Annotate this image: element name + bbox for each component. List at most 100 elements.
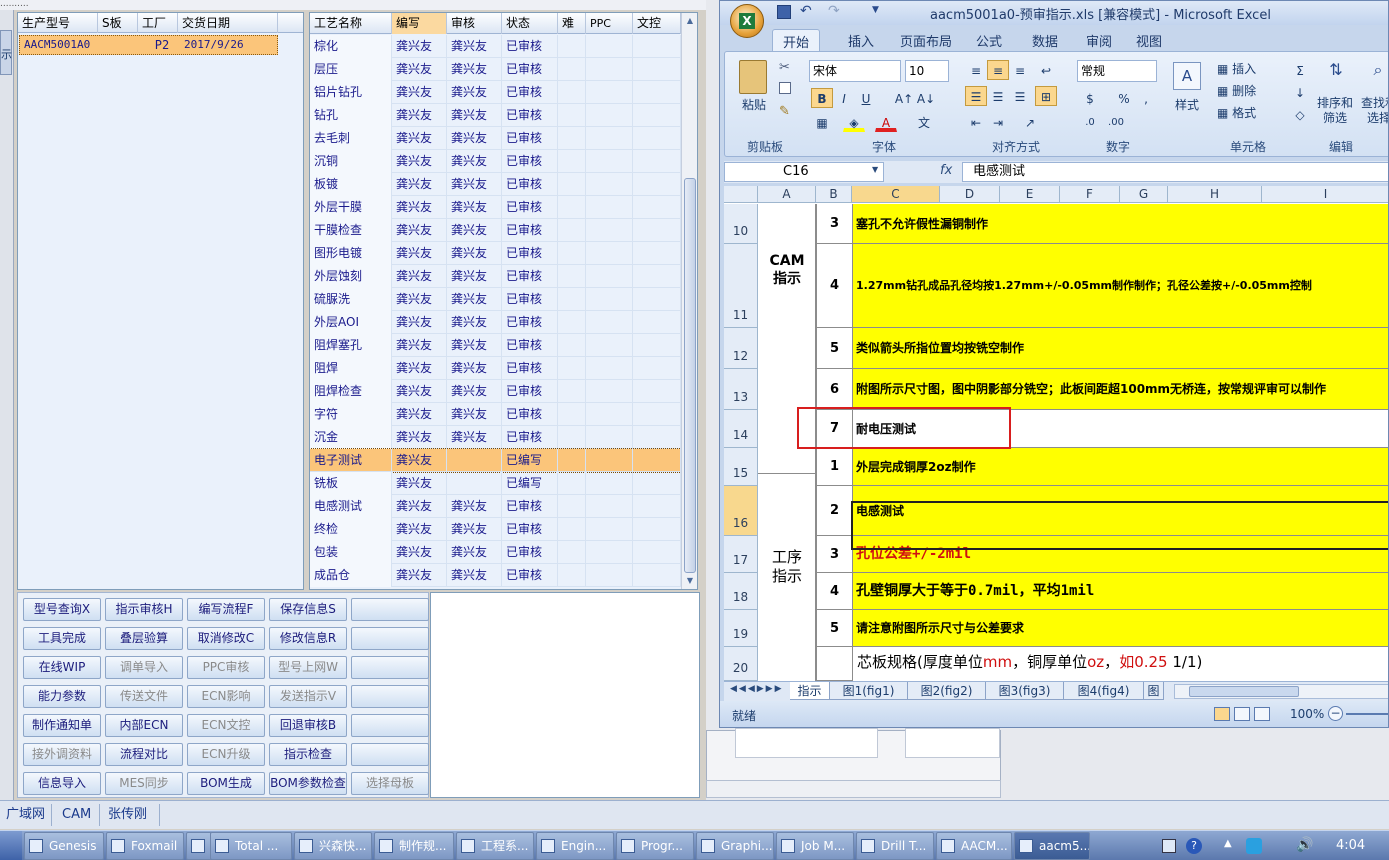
row-header[interactable]: 17 bbox=[724, 536, 758, 573]
sheet-cell[interactable]: 附图所示尺寸图，图中阴影部分铣空；此板间距超100mm无桥连，按常规评审可以制作 bbox=[852, 369, 1388, 410]
taskbar-item[interactable]: 制作规... bbox=[374, 832, 454, 860]
cut-icon[interactable]: ✂ bbox=[779, 60, 790, 75]
styles-icon[interactable]: A bbox=[1173, 62, 1201, 90]
sheet-cell[interactable]: 类似箭头所指位置均按铣空制作 bbox=[852, 328, 1388, 369]
bold-icon[interactable]: B bbox=[811, 88, 833, 108]
table-row[interactable]: 阻焊塞孔 龚兴友 龚兴友 已审核 bbox=[310, 334, 681, 357]
process-col-name[interactable]: 工艺名称 bbox=[310, 13, 392, 34]
table-row[interactable]: 铣板 龚兴友 已编写 bbox=[310, 472, 681, 495]
action-button[interactable] bbox=[351, 685, 429, 708]
taskbar-item[interactable]: Engin... bbox=[536, 832, 614, 860]
insert-cells-button[interactable]: ▦ 插入 bbox=[1217, 60, 1277, 77]
align-center-icon[interactable]: ☰ bbox=[987, 86, 1009, 106]
process-col-reviewer[interactable]: 审核 bbox=[447, 13, 502, 34]
table-row[interactable]: 铝片钻孔 龚兴友 龚兴友 已审核 bbox=[310, 81, 681, 104]
action-button[interactable]: ECN影响 bbox=[187, 685, 265, 708]
tray-app-icon[interactable] bbox=[1246, 838, 1262, 854]
sheet-cell[interactable]: 1.27mm钻孔成品孔径均按1.27mm+/-0.05mm制作制作；孔径公差按+… bbox=[852, 244, 1388, 328]
process-col-ppc[interactable]: PPC bbox=[586, 13, 633, 34]
action-button[interactable]: 回退审核B bbox=[269, 714, 347, 737]
table-row[interactable]: 层压 龚兴友 龚兴友 已审核 bbox=[310, 58, 681, 81]
process-scrollbar[interactable]: ▲ ▼ bbox=[681, 13, 697, 589]
action-button[interactable]: 型号上网W bbox=[269, 656, 347, 679]
sheet-tab[interactable]: 图1(fig1) bbox=[830, 682, 908, 700]
row-header[interactable]: 11 bbox=[724, 244, 758, 328]
row-index[interactable]: 3 bbox=[816, 536, 852, 573]
comma-icon[interactable]: , bbox=[1135, 88, 1157, 108]
table-row[interactable]: 阻焊 龚兴友 龚兴友 已审核 bbox=[310, 357, 681, 380]
row-index[interactable]: 4 bbox=[816, 573, 852, 610]
increase-decimal-icon[interactable]: .0 bbox=[1079, 112, 1101, 132]
action-button[interactable]: MES同步 bbox=[105, 772, 183, 795]
format-painter-icon[interactable]: ✎ bbox=[779, 104, 790, 119]
select-all-corner[interactable] bbox=[724, 186, 758, 203]
copy-icon[interactable] bbox=[779, 82, 791, 94]
taskbar-item[interactable]: Genesis bbox=[24, 832, 104, 860]
row-index[interactable] bbox=[816, 647, 852, 681]
wrap-text-icon[interactable]: ↩ bbox=[1035, 60, 1057, 80]
view-normal-icon[interactable] bbox=[1214, 707, 1230, 721]
styles-label[interactable]: 样式 bbox=[1167, 96, 1207, 113]
table-row[interactable]: 包装 龚兴友 龚兴友 已审核 bbox=[310, 541, 681, 564]
align-middle-icon[interactable]: ≡ bbox=[987, 60, 1009, 80]
hscroll-thumb[interactable] bbox=[1189, 686, 1299, 697]
sheet-cell[interactable]: 外层完成铜厚2oz制作 bbox=[852, 448, 1388, 486]
table-row[interactable]: 棕化 龚兴友 龚兴友 已审核 bbox=[310, 35, 681, 58]
sheet-cell[interactable]: 请注意附图所示尺寸与公差要求 bbox=[852, 610, 1388, 647]
align-left-icon[interactable]: ☰ bbox=[965, 86, 987, 106]
name-box[interactable]: C16 bbox=[724, 162, 884, 182]
autosum-icon[interactable]: Σ bbox=[1289, 60, 1311, 80]
row-index[interactable]: 3 bbox=[816, 204, 852, 244]
taskbar-item[interactable]: Job M... bbox=[776, 832, 854, 860]
excel-titlebar[interactable]: X ↶ ↷ ▼ aacm5001a0-预审指示.xls [兼容模式] - Mic… bbox=[720, 1, 1388, 38]
taskbar-item[interactable]: 工程系... bbox=[456, 832, 534, 860]
action-button[interactable]: ECN升级 bbox=[187, 743, 265, 766]
border-icon[interactable]: ▦ bbox=[811, 112, 833, 132]
view-pagebreak-icon[interactable] bbox=[1254, 707, 1270, 721]
hscroll[interactable] bbox=[1174, 684, 1388, 699]
action-button[interactable]: 内部ECN bbox=[105, 714, 183, 737]
tab-ribbon[interactable]: 开始 bbox=[772, 29, 821, 51]
table-row[interactable]: 硫脲洗 龚兴友 龚兴友 已审核 bbox=[310, 288, 681, 311]
column-header[interactable]: I bbox=[1262, 186, 1388, 203]
row-header[interactable]: 20 bbox=[724, 647, 758, 681]
table-row[interactable]: 去毛刺 龚兴友 龚兴友 已审核 bbox=[310, 127, 681, 150]
tray-chevron-icon[interactable]: ▲ bbox=[1224, 838, 1232, 849]
zoom-slider[interactable] bbox=[1346, 713, 1388, 715]
action-button[interactable]: 指示审核H bbox=[105, 598, 183, 621]
table-row[interactable]: 图形电镀 龚兴友 龚兴友 已审核 bbox=[310, 242, 681, 265]
column-header[interactable]: H bbox=[1168, 186, 1262, 203]
taskbar-item[interactable]: Progr... bbox=[616, 832, 694, 860]
process-col-writer[interactable]: 编写 bbox=[392, 13, 447, 34]
column-header[interactable]: A bbox=[758, 186, 816, 203]
fx-icon[interactable]: fx bbox=[940, 163, 952, 178]
format-cells-button[interactable]: ▦ 格式 bbox=[1217, 104, 1277, 121]
qat-dropdown-icon[interactable]: ▼ bbox=[872, 5, 884, 19]
table-row[interactable]: 干膜检查 龚兴友 龚兴友 已审核 bbox=[310, 219, 681, 242]
action-button[interactable]: 型号查询X bbox=[23, 598, 101, 621]
action-button[interactable]: 修改信息R bbox=[269, 627, 347, 650]
action-button[interactable]: 指示检查 bbox=[269, 743, 347, 766]
action-button[interactable]: 取消修改C bbox=[187, 627, 265, 650]
column-header[interactable]: B bbox=[816, 186, 852, 203]
row-header[interactable]: 13 bbox=[724, 369, 758, 410]
process-col-status[interactable]: 状态 bbox=[502, 13, 558, 34]
sheet-cell-core-spec[interactable]: 芯板规格(厚度单位mm，铜厚单位oz，如0.25 1/1) bbox=[852, 647, 1388, 681]
table-row[interactable]: 外层蚀刻 龚兴友 龚兴友 已审核 bbox=[310, 265, 681, 288]
table-row[interactable]: 板镀 龚兴友 龚兴友 已审核 bbox=[310, 173, 681, 196]
table-row[interactable]: AACM5001A0 P2 2017/9/26 bbox=[19, 35, 278, 55]
font-color-icon[interactable]: A bbox=[875, 112, 897, 132]
tray-volume-icon[interactable]: 🔊 bbox=[1296, 837, 1313, 853]
action-button[interactable] bbox=[351, 656, 429, 679]
action-button[interactable]: 流程对比 bbox=[105, 743, 183, 766]
find-select-label[interactable]: 查找和 选择 bbox=[1359, 96, 1388, 126]
table-row[interactable]: 成品仓 龚兴友 龚兴友 已审核 bbox=[310, 564, 681, 587]
table-row[interactable]: 外层干膜 龚兴友 龚兴友 已审核 bbox=[310, 196, 681, 219]
sheet-tab[interactable]: 图2(fig2) bbox=[908, 682, 986, 700]
tray-help-icon[interactable]: ? bbox=[1186, 838, 1202, 854]
order-col-s[interactable]: S板 bbox=[98, 13, 138, 33]
process-col-difficulty[interactable]: 难 bbox=[558, 13, 586, 34]
table-row[interactable]: 钻孔 龚兴友 龚兴友 已审核 bbox=[310, 104, 681, 127]
row-index[interactable]: 6 bbox=[816, 369, 852, 410]
action-button[interactable]: 能力参数 bbox=[23, 685, 101, 708]
